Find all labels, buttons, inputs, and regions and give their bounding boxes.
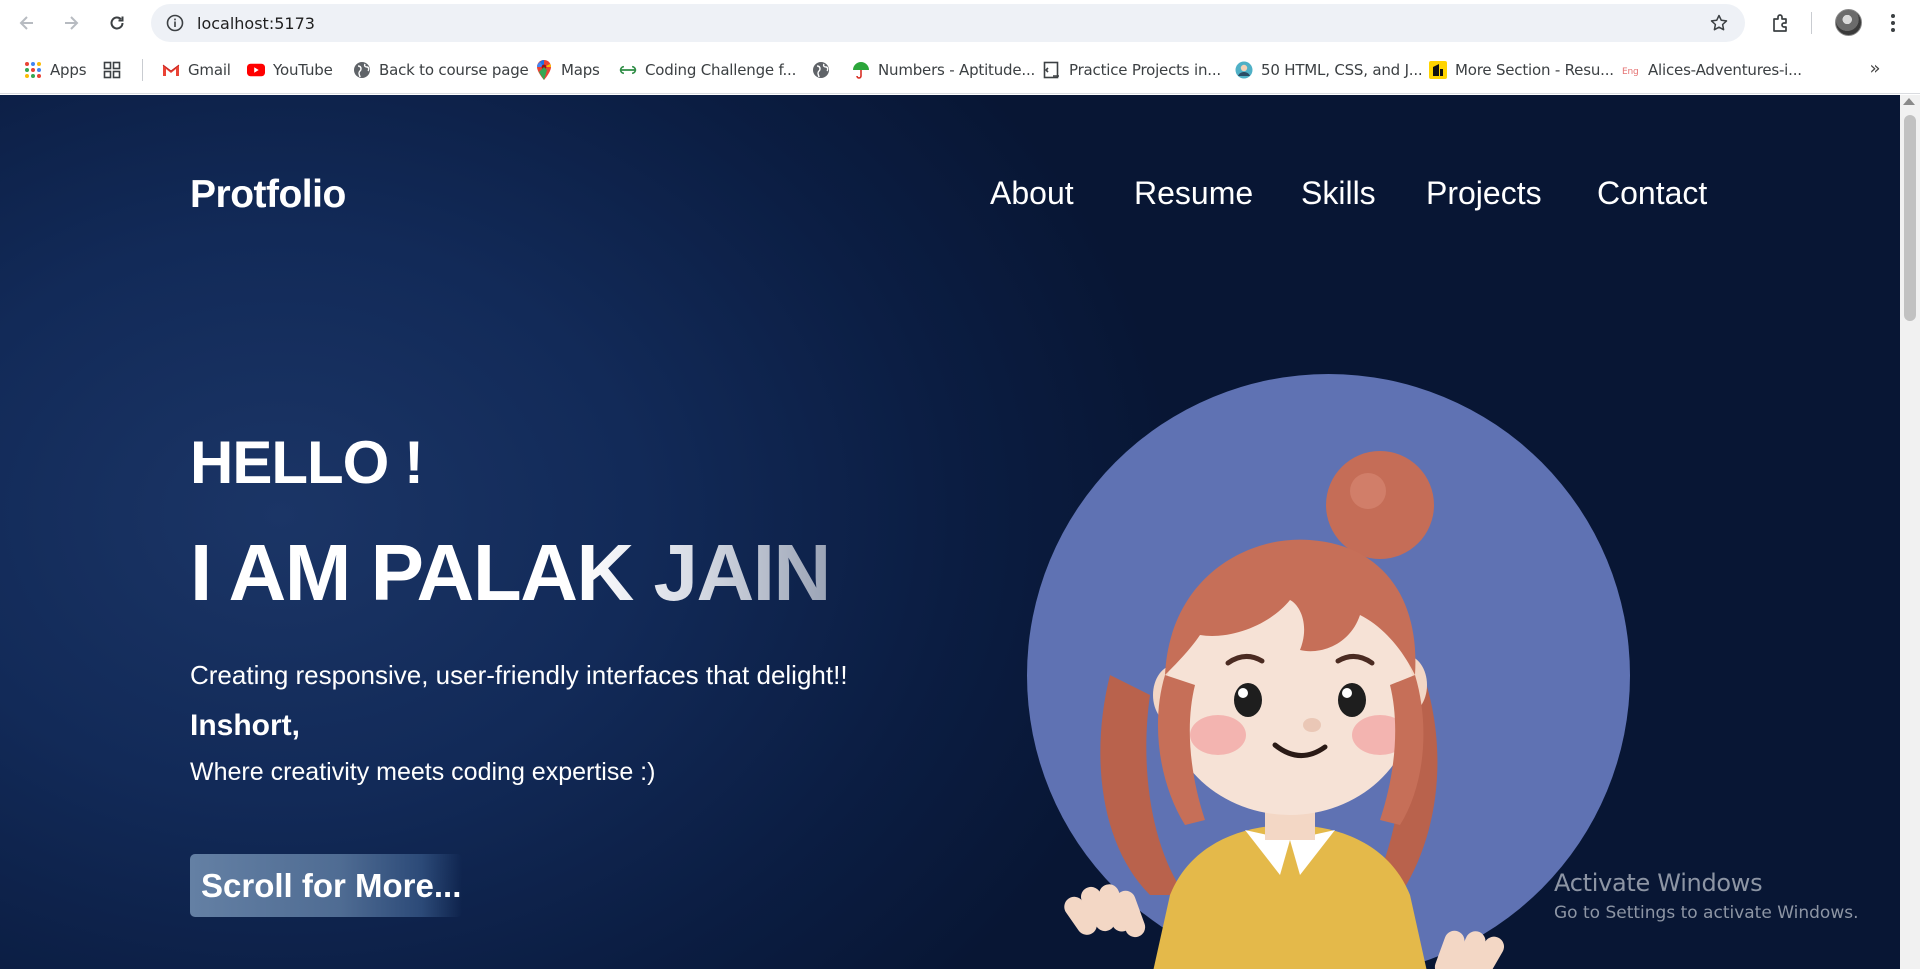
hero-subtext: Where creativity meets coding expertise … (190, 758, 656, 786)
bookmark-maps[interactable]: Maps (535, 59, 600, 81)
scroll-for-more-button[interactable]: Scroll for More... (190, 854, 462, 917)
puzzle-icon (1773, 14, 1787, 32)
portfolio-page: Protfolio About Resume Skills Projects C… (0, 95, 1900, 969)
bookmark-label: Gmail (188, 61, 231, 79)
bookmark-label: YouTube (273, 61, 333, 79)
globe-icon (812, 61, 830, 79)
youtube-icon (247, 61, 265, 79)
resume-icon (1429, 61, 1447, 79)
bookmark-label: Maps (561, 61, 600, 79)
bookmark-back-to-course[interactable]: Back to course page (353, 59, 529, 81)
cartoon-girl-illustration (1064, 451, 1504, 969)
geeks-icon (619, 61, 637, 79)
reload-button[interactable] (102, 8, 132, 38)
globe-icon (353, 61, 371, 79)
bookmarks-bar: Apps Gmail YouTube Back to course page M… (0, 46, 1920, 94)
extensions-button[interactable] (1768, 10, 1794, 36)
bookmark-globe[interactable] (812, 59, 838, 81)
bookmark-label: Numbers - Aptitude... (878, 61, 1036, 79)
address-bar[interactable]: localhost:5173 (151, 4, 1745, 42)
bookmark-tab-groups[interactable] (103, 59, 129, 81)
back-button[interactable] (12, 8, 42, 38)
book-icon: Eng (1622, 61, 1640, 79)
profile-avatar[interactable] (1835, 9, 1862, 36)
nav-link-skills[interactable]: Skills (1301, 175, 1376, 212)
bookmark-label: Back to course page (379, 61, 529, 79)
nav-link-resume[interactable]: Resume (1134, 175, 1253, 212)
gmail-icon (162, 61, 180, 79)
hero-tagline: Creating responsive, user-friendly inter… (190, 660, 848, 690)
bookmark-star-icon[interactable] (1709, 13, 1729, 33)
bookmark-label: 50 HTML, CSS, and J... (1261, 61, 1423, 79)
bookmark-label: Coding Challenge f... (645, 61, 797, 79)
nav-link-projects[interactable]: Projects (1426, 175, 1542, 212)
person-icon (1235, 61, 1253, 79)
browser-toolbar: localhost:5173 (0, 0, 1920, 46)
hero-greeting: HELLO ! (190, 429, 424, 496)
bookmark-more-section[interactable]: More Section - Resu... (1429, 59, 1614, 81)
svg-text:Eng: Eng (1622, 67, 1639, 76)
code-icon (1043, 61, 1061, 79)
umbrella-icon (852, 61, 870, 79)
toolbar-divider (1811, 12, 1812, 34)
kebab-menu-icon (1891, 14, 1895, 32)
hero-inshort: Inshort, (190, 709, 300, 742)
tab-groups-icon (103, 61, 121, 79)
maps-pin-icon (535, 60, 553, 80)
bookmark-label: Practice Projects in... (1069, 61, 1221, 79)
forward-button[interactable] (56, 8, 86, 38)
bookmark-label: Alices-Adventures-i... (1648, 61, 1802, 79)
url-text[interactable]: localhost:5173 (197, 14, 315, 33)
forward-arrow-icon (65, 16, 79, 30)
apps-grid-icon (24, 61, 42, 79)
bookmark-coding-challenge[interactable]: Coding Challenge f... (619, 59, 796, 81)
bookmark-numbers-aptitude[interactable]: Numbers - Aptitude... (852, 59, 1035, 81)
more-bookmarks-button[interactable]: » (1864, 57, 1886, 79)
hero-name: I AM PALAK JAIN (190, 528, 831, 617)
reload-icon (110, 16, 124, 30)
nav-link-about[interactable]: About (990, 175, 1074, 212)
site-info-icon[interactable] (165, 13, 185, 33)
scroll-up-arrow-icon[interactable] (1903, 98, 1915, 105)
bookmarks-separator (142, 59, 143, 81)
site-brand-logo[interactable]: Protfolio (190, 173, 346, 217)
scrollbar-thumb[interactable] (1904, 115, 1916, 321)
activate-windows-title: Activate Windows (1554, 869, 1763, 897)
bookmark-apps[interactable]: Apps (24, 59, 87, 81)
activate-windows-subtitle: Go to Settings to activate Windows. (1554, 903, 1859, 923)
bookmark-50-html-css[interactable]: 50 HTML, CSS, and J... (1235, 59, 1423, 81)
bookmark-label: More Section - Resu... (1455, 61, 1614, 79)
bookmark-alices-adventures[interactable]: Eng Alices-Adventures-i... (1622, 59, 1802, 81)
nav-link-contact[interactable]: Contact (1597, 175, 1707, 212)
bookmark-label: Apps (50, 61, 87, 79)
back-arrow-icon (19, 16, 33, 30)
bookmark-youtube[interactable]: YouTube (247, 59, 333, 81)
bookmark-practice-projects[interactable]: Practice Projects in... (1043, 59, 1221, 81)
browser-menu-button[interactable] (1880, 10, 1906, 36)
bookmark-gmail[interactable]: Gmail (162, 59, 231, 81)
